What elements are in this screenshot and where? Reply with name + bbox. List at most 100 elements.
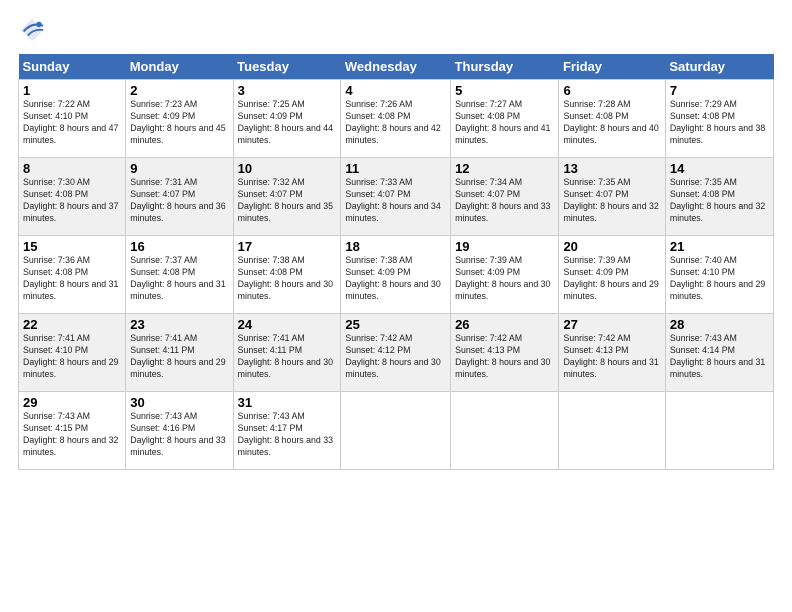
calendar-day-15: 15Sunrise: 7:36 AMSunset: 4:08 PMDayligh… [19, 236, 126, 314]
day-number: 20 [563, 239, 660, 254]
calendar-day-23: 23Sunrise: 7:41 AMSunset: 4:11 PMDayligh… [126, 314, 233, 392]
empty-cell [559, 392, 665, 470]
calendar-day-14: 14Sunrise: 7:35 AMSunset: 4:08 PMDayligh… [665, 158, 773, 236]
day-info: Sunrise: 7:27 AMSunset: 4:08 PMDaylight:… [455, 99, 550, 145]
day-info: Sunrise: 7:41 AMSunset: 4:11 PMDaylight:… [130, 333, 225, 379]
calendar-day-6: 6Sunrise: 7:28 AMSunset: 4:08 PMDaylight… [559, 80, 665, 158]
day-number: 19 [455, 239, 554, 254]
day-info: Sunrise: 7:41 AMSunset: 4:11 PMDaylight:… [238, 333, 333, 379]
day-info: Sunrise: 7:31 AMSunset: 4:07 PMDaylight:… [130, 177, 225, 223]
empty-cell [665, 392, 773, 470]
day-number: 17 [238, 239, 337, 254]
calendar-day-13: 13Sunrise: 7:35 AMSunset: 4:07 PMDayligh… [559, 158, 665, 236]
day-info: Sunrise: 7:26 AMSunset: 4:08 PMDaylight:… [345, 99, 440, 145]
day-info: Sunrise: 7:28 AMSunset: 4:08 PMDaylight:… [563, 99, 658, 145]
day-number: 2 [130, 83, 228, 98]
day-number: 26 [455, 317, 554, 332]
calendar-day-31: 31Sunrise: 7:43 AMSunset: 4:17 PMDayligh… [233, 392, 341, 470]
day-info: Sunrise: 7:43 AMSunset: 4:14 PMDaylight:… [670, 333, 765, 379]
day-header-friday: Friday [559, 54, 665, 80]
calendar-day-12: 12Sunrise: 7:34 AMSunset: 4:07 PMDayligh… [451, 158, 559, 236]
logo-icon [18, 16, 46, 44]
day-info: Sunrise: 7:43 AMSunset: 4:15 PMDaylight:… [23, 411, 118, 457]
calendar-day-17: 17Sunrise: 7:38 AMSunset: 4:08 PMDayligh… [233, 236, 341, 314]
day-info: Sunrise: 7:32 AMSunset: 4:07 PMDaylight:… [238, 177, 333, 223]
day-info: Sunrise: 7:42 AMSunset: 4:12 PMDaylight:… [345, 333, 440, 379]
day-number: 4 [345, 83, 446, 98]
day-number: 30 [130, 395, 228, 410]
calendar-day-29: 29Sunrise: 7:43 AMSunset: 4:15 PMDayligh… [19, 392, 126, 470]
day-info: Sunrise: 7:42 AMSunset: 4:13 PMDaylight:… [563, 333, 658, 379]
day-info: Sunrise: 7:33 AMSunset: 4:07 PMDaylight:… [345, 177, 440, 223]
day-number: 21 [670, 239, 769, 254]
calendar-day-24: 24Sunrise: 7:41 AMSunset: 4:11 PMDayligh… [233, 314, 341, 392]
page: SundayMondayTuesdayWednesdayThursdayFrid… [0, 0, 792, 612]
calendar-day-26: 26Sunrise: 7:42 AMSunset: 4:13 PMDayligh… [451, 314, 559, 392]
calendar-day-1: 1Sunrise: 7:22 AMSunset: 4:10 PMDaylight… [19, 80, 126, 158]
day-number: 3 [238, 83, 337, 98]
calendar-day-28: 28Sunrise: 7:43 AMSunset: 4:14 PMDayligh… [665, 314, 773, 392]
day-number: 27 [563, 317, 660, 332]
day-number: 25 [345, 317, 446, 332]
calendar-week-5: 29Sunrise: 7:43 AMSunset: 4:15 PMDayligh… [19, 392, 774, 470]
day-info: Sunrise: 7:40 AMSunset: 4:10 PMDaylight:… [670, 255, 765, 301]
day-header-wednesday: Wednesday [341, 54, 451, 80]
day-info: Sunrise: 7:39 AMSunset: 4:09 PMDaylight:… [563, 255, 658, 301]
calendar-week-2: 8Sunrise: 7:30 AMSunset: 4:08 PMDaylight… [19, 158, 774, 236]
day-number: 10 [238, 161, 337, 176]
calendar-day-22: 22Sunrise: 7:41 AMSunset: 4:10 PMDayligh… [19, 314, 126, 392]
calendar-week-4: 22Sunrise: 7:41 AMSunset: 4:10 PMDayligh… [19, 314, 774, 392]
day-info: Sunrise: 7:36 AMSunset: 4:08 PMDaylight:… [23, 255, 118, 301]
day-number: 1 [23, 83, 121, 98]
day-info: Sunrise: 7:38 AMSunset: 4:08 PMDaylight:… [238, 255, 333, 301]
day-info: Sunrise: 7:43 AMSunset: 4:16 PMDaylight:… [130, 411, 225, 457]
calendar-day-10: 10Sunrise: 7:32 AMSunset: 4:07 PMDayligh… [233, 158, 341, 236]
day-number: 31 [238, 395, 337, 410]
day-info: Sunrise: 7:25 AMSunset: 4:09 PMDaylight:… [238, 99, 333, 145]
calendar-day-11: 11Sunrise: 7:33 AMSunset: 4:07 PMDayligh… [341, 158, 451, 236]
day-number: 8 [23, 161, 121, 176]
logo [18, 16, 50, 44]
day-number: 6 [563, 83, 660, 98]
day-number: 7 [670, 83, 769, 98]
calendar-day-18: 18Sunrise: 7:38 AMSunset: 4:09 PMDayligh… [341, 236, 451, 314]
calendar-day-2: 2Sunrise: 7:23 AMSunset: 4:09 PMDaylight… [126, 80, 233, 158]
day-header-saturday: Saturday [665, 54, 773, 80]
day-info: Sunrise: 7:38 AMSunset: 4:09 PMDaylight:… [345, 255, 440, 301]
day-number: 14 [670, 161, 769, 176]
calendar-day-30: 30Sunrise: 7:43 AMSunset: 4:16 PMDayligh… [126, 392, 233, 470]
day-number: 13 [563, 161, 660, 176]
day-header-tuesday: Tuesday [233, 54, 341, 80]
empty-cell [451, 392, 559, 470]
calendar-day-8: 8Sunrise: 7:30 AMSunset: 4:08 PMDaylight… [19, 158, 126, 236]
calendar-table: SundayMondayTuesdayWednesdayThursdayFrid… [18, 54, 774, 470]
day-number: 23 [130, 317, 228, 332]
day-number: 16 [130, 239, 228, 254]
calendar-day-19: 19Sunrise: 7:39 AMSunset: 4:09 PMDayligh… [451, 236, 559, 314]
calendar-day-21: 21Sunrise: 7:40 AMSunset: 4:10 PMDayligh… [665, 236, 773, 314]
calendar-day-3: 3Sunrise: 7:25 AMSunset: 4:09 PMDaylight… [233, 80, 341, 158]
day-info: Sunrise: 7:34 AMSunset: 4:07 PMDaylight:… [455, 177, 550, 223]
day-info: Sunrise: 7:23 AMSunset: 4:09 PMDaylight:… [130, 99, 225, 145]
empty-cell [341, 392, 451, 470]
calendar-week-3: 15Sunrise: 7:36 AMSunset: 4:08 PMDayligh… [19, 236, 774, 314]
calendar-day-5: 5Sunrise: 7:27 AMSunset: 4:08 PMDaylight… [451, 80, 559, 158]
day-number: 22 [23, 317, 121, 332]
calendar-day-4: 4Sunrise: 7:26 AMSunset: 4:08 PMDaylight… [341, 80, 451, 158]
day-info: Sunrise: 7:39 AMSunset: 4:09 PMDaylight:… [455, 255, 550, 301]
calendar-day-7: 7Sunrise: 7:29 AMSunset: 4:08 PMDaylight… [665, 80, 773, 158]
calendar-day-25: 25Sunrise: 7:42 AMSunset: 4:12 PMDayligh… [341, 314, 451, 392]
day-number: 9 [130, 161, 228, 176]
calendar-week-1: 1Sunrise: 7:22 AMSunset: 4:10 PMDaylight… [19, 80, 774, 158]
day-number: 5 [455, 83, 554, 98]
day-info: Sunrise: 7:41 AMSunset: 4:10 PMDaylight:… [23, 333, 118, 379]
calendar-header-row: SundayMondayTuesdayWednesdayThursdayFrid… [19, 54, 774, 80]
day-info: Sunrise: 7:29 AMSunset: 4:08 PMDaylight:… [670, 99, 765, 145]
day-header-sunday: Sunday [19, 54, 126, 80]
calendar-day-16: 16Sunrise: 7:37 AMSunset: 4:08 PMDayligh… [126, 236, 233, 314]
day-header-monday: Monday [126, 54, 233, 80]
day-number: 12 [455, 161, 554, 176]
day-info: Sunrise: 7:30 AMSunset: 4:08 PMDaylight:… [23, 177, 118, 223]
day-number: 11 [345, 161, 446, 176]
day-number: 18 [345, 239, 446, 254]
